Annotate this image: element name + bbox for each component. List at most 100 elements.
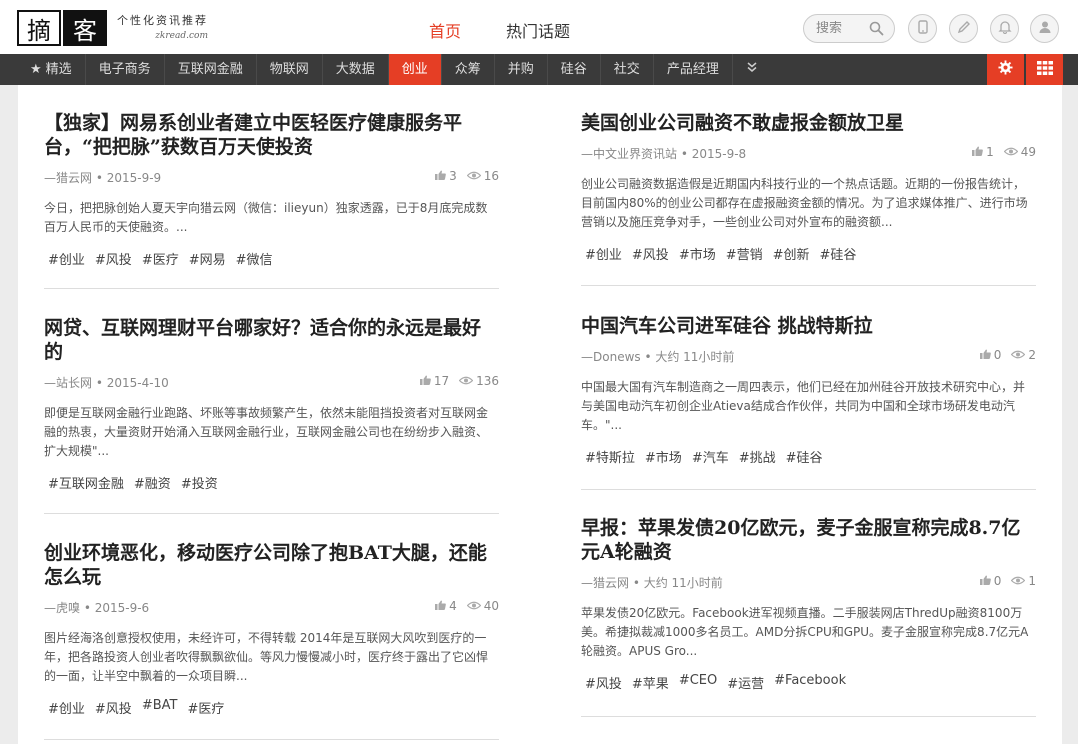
tag-link[interactable]: #挑战 [739,447,776,466]
tag-link[interactable]: #营销 [726,244,763,263]
tag-link[interactable]: #Facebook [774,673,846,692]
tag-link[interactable]: #特斯拉 [585,447,635,466]
article-summary: 中国最大国有汽车制造商之一周四表示，他们已经在加州硅谷开放技术研究中心，并与美国… [581,380,1026,432]
eye-icon [1011,348,1026,362]
tag-link[interactable]: #市场 [645,447,682,466]
article-meta: —站长网 • 2015-4-10 17 136 [44,374,499,392]
tag-link[interactable]: #风投 [632,244,669,263]
category-featured[interactable]: ★ 精选 [18,54,86,85]
article-tags: #风投 #苹果 #CEO #运营 #Facebook [581,673,1036,692]
article-meta: —虎嗅 • 2015-9-6 4 40 [44,599,499,617]
article-meta: —猎云网 • 大约 11小时前 0 1 [581,574,1036,592]
tag-link[interactable]: #BAT [142,698,178,717]
tag-link[interactable]: #硅谷 [786,447,823,466]
tag-link[interactable]: #医疗 [187,698,224,717]
tag-link[interactable]: #汽车 [692,447,729,466]
logo-char-1: 摘 [17,10,61,46]
star-icon: ★ [30,62,42,77]
view-count: 136 [458,374,499,388]
tag-link[interactable]: #网易 [189,249,226,268]
tag-link[interactable]: #风投 [95,249,132,268]
article-title[interactable]: 创业环境恶化，移动医疗公司除了抱BAT大腿，还能怎么玩 [44,541,499,589]
tag-link[interactable]: #CEO [679,673,717,692]
article-meta: —Donews • 大约 11小时前 0 2 [581,348,1036,366]
article-source-date: —猎云网 • 2015-9-9 [44,171,162,185]
search-icon[interactable] [869,21,884,40]
like-count[interactable]: 3 [435,169,457,183]
article-title[interactable]: 【独家】网易系创业者建立中医轻医疗健康服务平台，“把把脉”获数百万天使投资 [44,111,499,159]
tag-link[interactable]: #创新 [773,244,810,263]
category-startup[interactable]: 创业 [388,54,442,85]
category-ecommerce[interactable]: 电子商务 [86,54,165,85]
article-source-date: —站长网 • 2015-4-10 [44,376,169,390]
mobile-button[interactable] [908,14,937,43]
like-count[interactable]: 0 [979,348,1001,362]
search-box[interactable] [803,14,895,43]
like-count[interactable]: 4 [435,599,457,613]
tag-link[interactable]: #硅谷 [820,244,857,263]
article-tags: #创业 #风投 #市场 #营销 #创新 #硅谷 [581,244,1036,263]
bell-icon [997,19,1012,38]
notification-button[interactable] [990,14,1019,43]
tag-link[interactable]: #融资 [134,473,171,492]
article-title[interactable]: 早报：苹果发债20亿欧元，麦子金服宣称完成8.7亿元A轮融资 [581,516,1036,564]
tag-link[interactable]: #医疗 [142,249,179,268]
thumbs-up-icon [435,169,446,183]
search-input[interactable] [816,21,864,36]
article-divider [581,716,1036,717]
site-logo[interactable]: 摘 客 个性化资讯推荐 zkread.com [17,10,208,46]
category-mergers[interactable]: 并购 [495,54,548,85]
user-button[interactable] [1030,14,1059,43]
article-meta: —猎云网 • 2015-9-9 3 16 [44,169,499,187]
gear-icon [998,60,1013,79]
article-summary: 今日，把把脉创始人夏天宇向猎云网（微信：ilieyun）独家透露，已于8月底完成… [44,201,488,234]
main-nav: 首页 热门话题 [429,18,570,42]
category-silicon-valley[interactable]: 硅谷 [548,54,601,85]
article-tags: #特斯拉 #市场 #汽车 #挑战 #硅谷 [581,447,1036,466]
like-count[interactable]: 1 [972,145,994,159]
grid-icon [1036,60,1053,79]
user-icon [1038,19,1052,38]
tag-link[interactable]: #创业 [48,249,85,268]
nav-home[interactable]: 首页 [429,18,461,42]
view-count: 1 [1011,574,1036,588]
top-header: 摘 客 个性化资讯推荐 zkread.com 首页 热门话题 [0,0,1078,54]
settings-button[interactable] [987,54,1024,85]
category-big-data[interactable]: 大数据 [323,54,389,85]
tag-link[interactable]: #创业 [48,698,85,717]
tag-link[interactable]: #创业 [585,244,622,263]
article-feed: 【独家】网易系创业者建立中医轻医疗健康服务平台，“把把脉”获数百万天使投资 —猎… [18,85,1062,744]
tag-link[interactable]: #投资 [181,473,218,492]
tag-link[interactable]: #风投 [95,698,132,717]
article-divider [581,489,1036,490]
category-crowdfunding[interactable]: 众筹 [442,54,495,85]
thumbs-up-icon [435,599,446,613]
category-product-manager[interactable]: 产品经理 [654,54,733,85]
like-count[interactable]: 0 [979,574,1001,588]
category-social[interactable]: 社交 [601,54,654,85]
tag-link[interactable]: #市场 [679,244,716,263]
tag-link[interactable]: #运营 [727,673,764,692]
tag-link[interactable]: #苹果 [632,673,669,692]
category-internet-finance[interactable]: 互联网金融 [165,54,257,85]
tag-link[interactable]: #微信 [236,249,273,268]
article-title[interactable]: 美国创业公司融资不敢虚报金额放卫星 [581,111,1036,135]
nav-hot-topics[interactable]: 热门话题 [506,18,570,42]
logo-char-2: 客 [63,10,107,46]
write-button[interactable] [949,14,978,43]
article-summary: 图片经海洛创意授权使用，未经许可，不得转载 2014年是互联网大风吹到医疗的一年… [44,631,489,683]
tag-link[interactable]: #风投 [585,673,622,692]
category-iot[interactable]: 物联网 [257,54,323,85]
like-count[interactable]: 17 [419,374,449,388]
article-title[interactable]: 网贷、互联网理财平台哪家好？适合你的永远是最好的 [44,316,499,364]
more-categories-button[interactable] [733,54,771,85]
article-card: 中国汽车公司进军硅谷 挑战特斯拉 —Donews • 大约 11小时前 0 2 … [581,314,1036,466]
chevron-double-down-icon [746,62,758,77]
category-label: 精选 [45,62,72,77]
article-title[interactable]: 中国汽车公司进军硅谷 挑战特斯拉 [581,314,1036,338]
thumbs-up-icon [979,348,991,362]
grid-view-button[interactable] [1026,54,1063,85]
tag-link[interactable]: #互联网金融 [48,473,124,492]
article-summary: 即便是互联网金融行业跑路、坏账等事故频繁产生，依然未能阻挡投资者对互联网金融的热… [44,406,489,458]
article-tags: #创业 #风投 #医疗 #网易 #微信 [44,249,499,268]
